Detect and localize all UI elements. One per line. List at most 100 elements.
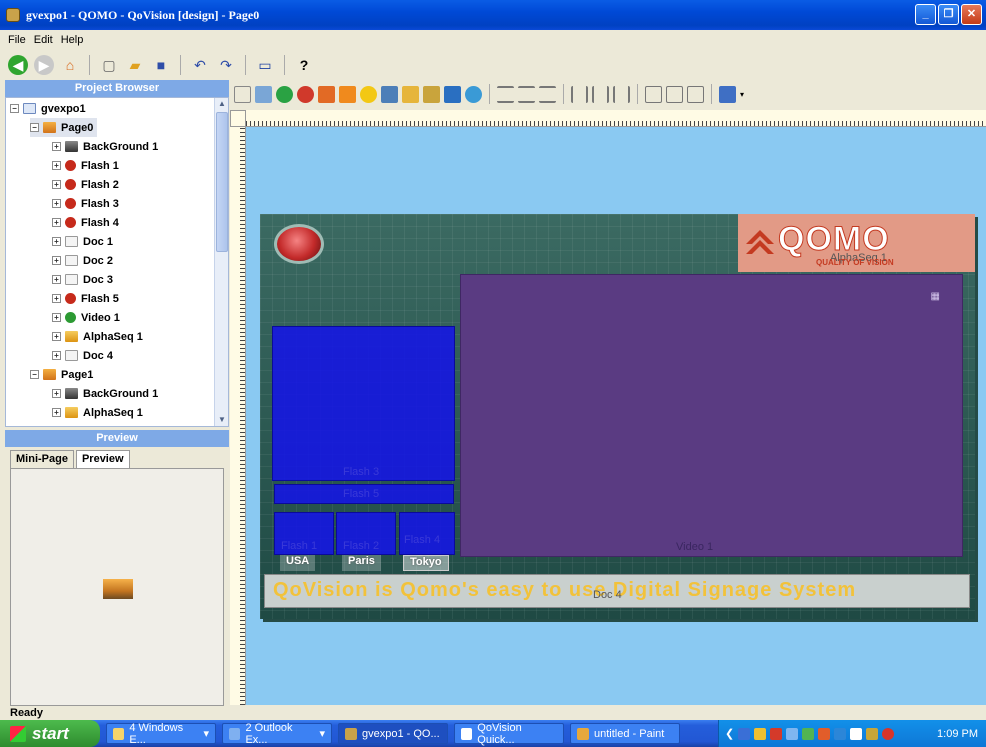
tray-icon[interactable] [882, 727, 895, 740]
expand-icon[interactable]: + [52, 275, 61, 284]
scroll-thumb[interactable] [216, 112, 228, 252]
align-left-icon[interactable] [497, 85, 514, 103]
image-icon[interactable] [318, 85, 335, 103]
tree-item-alphaseq[interactable]: + AlphaSeq 1 [52, 327, 143, 346]
expand-icon[interactable]: + [52, 161, 61, 170]
collapse-icon[interactable]: − [30, 123, 39, 132]
weather-icon[interactable] [360, 85, 377, 103]
expand-icon[interactable]: + [52, 294, 61, 303]
expand-icon[interactable]: + [52, 142, 61, 151]
project-tree[interactable]: − gvexpo1 − Page0 + BackGround 1 + Flash… [5, 97, 229, 427]
globe-icon[interactable] [465, 85, 482, 103]
save-icon[interactable]: ■ [151, 55, 171, 75]
tray-arrow-icon[interactable]: ❮ [725, 727, 734, 740]
expand-icon[interactable]: + [52, 313, 61, 322]
expand-icon[interactable]: + [52, 389, 61, 398]
layout-icon[interactable] [719, 85, 736, 103]
rss-icon[interactable] [339, 85, 356, 103]
collapse-icon[interactable]: − [30, 370, 39, 379]
flash-tool-icon[interactable] [297, 85, 314, 103]
menu-help[interactable]: Help [61, 34, 84, 46]
tree-item-flash[interactable]: + Flash 3 [52, 194, 119, 213]
pointer-icon[interactable] [234, 85, 251, 103]
tree-item-doc[interactable]: + Doc 2 [52, 251, 113, 270]
expand-icon[interactable]: + [52, 408, 61, 417]
tree-item-page1[interactable]: − Page1 [30, 365, 93, 384]
expand-icon[interactable]: + [52, 351, 61, 360]
tray-icon[interactable] [770, 727, 783, 740]
tray-icon[interactable] [754, 727, 767, 740]
alphaseq-logo[interactable]: QOMO AlphaSeq 1 QUALITY OF VISION [738, 214, 975, 272]
align-top-icon[interactable] [571, 85, 588, 103]
expand-icon[interactable]: + [52, 218, 61, 227]
city-tab-paris[interactable]: Paris [342, 555, 381, 571]
new-icon[interactable]: ▢ [99, 55, 119, 75]
tray-icon[interactable] [818, 727, 831, 740]
close-button[interactable]: ✕ [961, 4, 982, 25]
flash3-region[interactable]: Flash 3 [272, 326, 455, 481]
tree-item-project[interactable]: − gvexpo1 [10, 99, 86, 118]
ticker-icon[interactable] [381, 85, 398, 103]
tray-icon[interactable] [738, 727, 751, 740]
undo-icon[interactable]: ↶ [190, 55, 210, 75]
start-button[interactable]: start [0, 720, 100, 747]
same-height-icon[interactable] [687, 85, 704, 103]
draw-icon[interactable] [255, 85, 272, 103]
tab-preview[interactable]: Preview [75, 450, 130, 469]
city-tab-usa[interactable]: USA [280, 555, 316, 571]
monitor-icon[interactable]: ▭ [255, 55, 275, 75]
align-bottom-icon[interactable] [613, 85, 630, 103]
task-paint[interactable]: untitled - Paint [570, 723, 680, 744]
flash1-region[interactable]: Flash 1 [274, 512, 334, 555]
tree-item-flash[interactable]: + Flash 2 [52, 175, 119, 194]
tray-icon[interactable] [850, 727, 863, 740]
tree-item-background[interactable]: + BackGround 1 [52, 137, 158, 156]
same-width-icon[interactable] [666, 85, 683, 103]
tree-item-video[interactable]: + Video 1 [52, 308, 120, 327]
tray-icon[interactable] [786, 727, 799, 740]
collapse-icon[interactable]: − [10, 104, 19, 113]
align-right-icon[interactable] [539, 85, 556, 103]
task-qovision-quick[interactable]: QoVision Quick... [454, 722, 564, 746]
title-bar[interactable]: gvexpo1 - QOMO - QoVision [design] - Pag… [0, 0, 986, 30]
web-icon[interactable] [276, 85, 293, 103]
tree-item-doc[interactable]: + Doc 1 [52, 232, 113, 251]
menu-file[interactable]: File [8, 34, 26, 46]
video-region[interactable]: ▦ Video 1 [460, 274, 963, 557]
tray-icon[interactable] [802, 727, 815, 740]
task-windows-explorer[interactable]: 4 Windows E... ▾ [106, 722, 216, 746]
clock-icon[interactable] [444, 85, 461, 103]
task-gvexpo1[interactable]: gvexpo1 - QO... [338, 723, 448, 744]
back-icon[interactable]: ◀ [8, 55, 28, 75]
align-center-icon[interactable] [518, 85, 535, 103]
expand-icon[interactable]: + [52, 237, 61, 246]
tab-mini-page[interactable]: Mini-Page [10, 450, 74, 469]
chevron-down-icon[interactable]: ▾ [740, 90, 744, 99]
task-outlook-express[interactable]: 2 Outlook Ex... ▾ [222, 722, 332, 746]
design-canvas[interactable]: QOMO AlphaSeq 1 QUALITY OF VISION ▦ Vide… [246, 127, 986, 705]
ticker-doc[interactable]: QoVision is Qomo's easy to use Digital S… [264, 574, 970, 608]
home-icon[interactable]: ⌂ [60, 55, 80, 75]
same-size-icon[interactable] [645, 85, 662, 103]
help-icon[interactable]: ? [294, 55, 314, 75]
tree-item-doc[interactable]: + Doc 4 [52, 346, 113, 365]
flash2-region[interactable]: Flash 2 [336, 512, 396, 555]
expand-icon[interactable]: + [52, 332, 61, 341]
forward-icon[interactable]: ▶ [34, 55, 54, 75]
clock[interactable]: 1:09 PM [937, 728, 978, 740]
tray-icon[interactable] [834, 727, 847, 740]
tree-item-alphaseq[interactable]: + AlphaSeq 1 [52, 403, 143, 422]
tree-item-page0[interactable]: − Page0 [30, 118, 98, 137]
tree-item-flash[interactable]: + Flash 1 [52, 156, 119, 175]
slideshow-icon[interactable] [423, 85, 440, 103]
city-tab-tokyo[interactable]: Tokyo [403, 555, 449, 571]
flash5-region[interactable]: Flash 5 [274, 484, 454, 504]
tree-item-doc[interactable]: + Doc 3 [52, 270, 113, 289]
scroll-down-icon[interactable]: ▼ [216, 414, 228, 426]
tree-item-background[interactable]: + BackGround 1 [52, 384, 158, 403]
redo-icon[interactable]: ↷ [216, 55, 236, 75]
tray-icon[interactable] [866, 727, 879, 740]
tree-item-flash[interactable]: + Flash 4 [52, 213, 119, 232]
expand-icon[interactable]: + [52, 180, 61, 189]
minimize-button[interactable]: _ [915, 4, 936, 25]
